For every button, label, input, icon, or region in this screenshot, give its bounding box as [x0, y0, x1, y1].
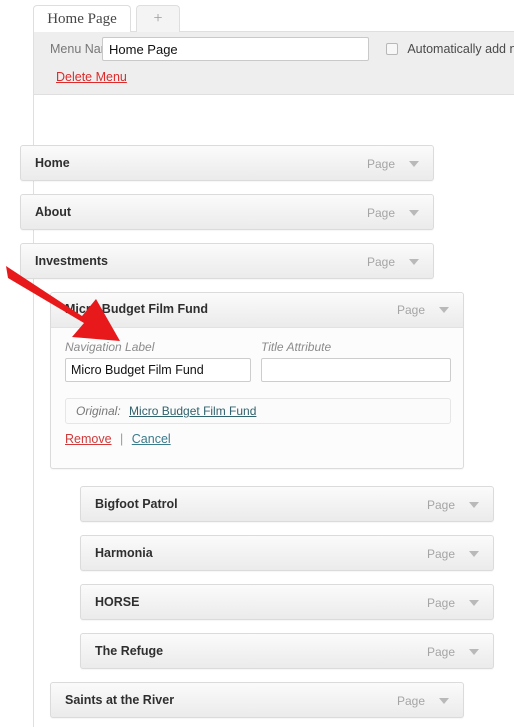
menu-item-type: Page [366, 255, 395, 269]
menu-tab-strip: Home Page + [0, 0, 514, 32]
menu-item-type: Page [366, 157, 395, 171]
menu-item-type: Page [426, 645, 455, 659]
chevron-down-icon[interactable] [409, 210, 419, 216]
chevron-down-icon[interactable] [409, 161, 419, 167]
menu-item-title: Bigfoot Patrol [95, 497, 178, 511]
navigation-label-field: Navigation Label [65, 340, 251, 382]
navigation-label-label: Navigation Label [65, 340, 155, 354]
menu-item-title: Investments [35, 254, 108, 268]
title-attribute-input[interactable] [261, 358, 451, 382]
menu-item-row[interactable]: Investments Page [20, 243, 434, 279]
chevron-down-icon[interactable] [469, 649, 479, 655]
chevron-down-icon[interactable] [469, 600, 479, 606]
menu-item-type: Page [426, 596, 455, 610]
auto-add-pages-option[interactable]: Automatically add ne [386, 41, 514, 56]
menu-item-expanded: Micro Budget Film Fund Page Navigation L… [50, 292, 464, 469]
menu-name-input[interactable] [102, 37, 369, 61]
chevron-down-icon[interactable] [439, 698, 449, 704]
original-row: Original: Micro Budget Film Fund [65, 398, 451, 424]
menu-item-title: Micro Budget Film Fund [65, 302, 209, 316]
menu-item-title: About [35, 205, 72, 219]
menu-item-title: Harmonia [95, 546, 153, 560]
tab-add-new-menu[interactable]: + [136, 5, 180, 32]
remove-link[interactable]: Remove [65, 432, 112, 446]
menu-item-row[interactable]: About Page [20, 194, 434, 230]
title-attribute-field: Title Attribute [261, 340, 451, 382]
navigation-label-input[interactable] [65, 358, 251, 382]
cancel-link[interactable]: Cancel [132, 432, 171, 446]
delete-menu-link[interactable]: Delete Menu [56, 70, 127, 84]
original-page-link[interactable]: Micro Budget Film Fund [129, 404, 256, 418]
tab-home-page-label: Home Page [47, 11, 117, 27]
chevron-down-icon[interactable] [439, 307, 449, 313]
title-attribute-label: Title Attribute [261, 340, 332, 354]
plus-icon: + [153, 10, 163, 27]
menu-item-title: Saints at the River [65, 693, 175, 707]
menu-item-type: Page [426, 547, 455, 561]
menu-item-expanded-header[interactable]: Micro Budget Film Fund Page [51, 293, 463, 328]
menu-item-row[interactable]: Saints at the River Page [50, 682, 464, 718]
menu-item-row[interactable]: Bigfoot Patrol Page [80, 486, 494, 522]
chevron-down-icon[interactable] [409, 259, 419, 265]
menu-item-type: Page [396, 303, 425, 317]
menu-item-row[interactable]: Harmonia Page [80, 535, 494, 571]
menu-item-row[interactable]: The Refuge Page [80, 633, 494, 669]
menu-settings-header: Menu Name Automatically add ne Delete Me… [33, 31, 514, 95]
auto-add-pages-label: Automatically add ne [407, 41, 514, 56]
menu-item-row[interactable]: Home Page [20, 145, 434, 181]
menu-item-title: HORSE [95, 595, 140, 609]
chevron-down-icon[interactable] [469, 551, 479, 557]
menu-item-type: Page [396, 694, 425, 708]
action-separator: | [120, 432, 124, 446]
menu-item-title: The Refuge [95, 644, 164, 658]
menu-item-type: Page [426, 498, 455, 512]
menu-item-expanded-body: Navigation Label Title Attribute Origina… [51, 328, 463, 468]
tab-home-page[interactable]: Home Page [33, 5, 131, 32]
menu-item-type: Page [366, 206, 395, 220]
menu-item-actions: Remove | Cancel [65, 432, 171, 446]
menu-item-row[interactable]: HORSE Page [80, 584, 494, 620]
menu-name-row: Menu Name Automatically add ne [34, 36, 514, 62]
menu-item-title: Home [35, 156, 70, 170]
auto-add-pages-checkbox[interactable] [386, 42, 398, 55]
chevron-down-icon[interactable] [469, 502, 479, 508]
original-label: Original: [76, 404, 121, 418]
